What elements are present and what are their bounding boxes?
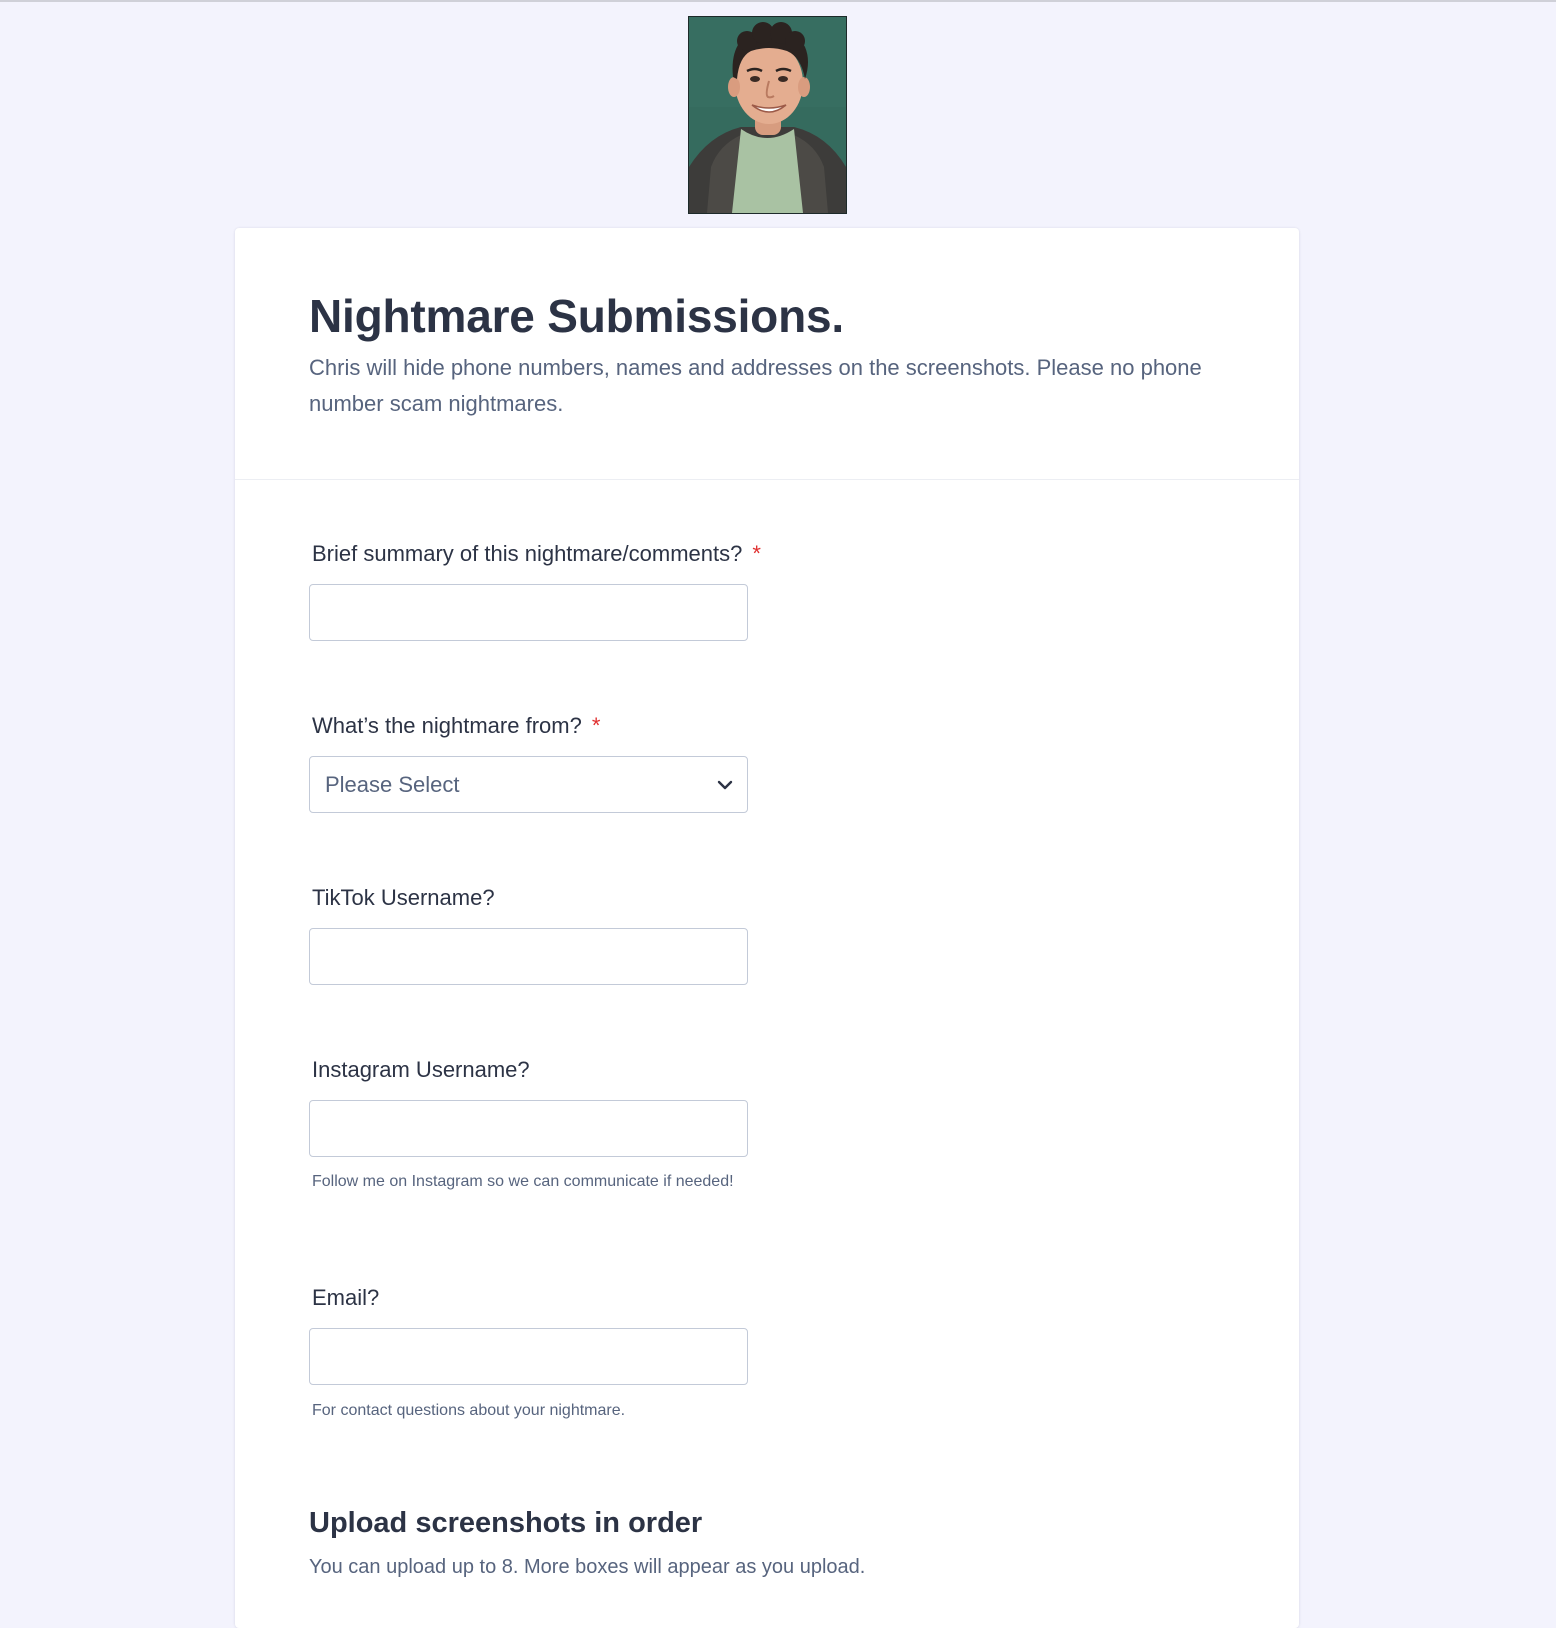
- email-input[interactable]: [309, 1328, 748, 1385]
- form-card: Nightmare Submissions. Chris will hide p…: [235, 228, 1299, 1628]
- instagram-sublabel: Follow me on Instagram so we can communi…: [312, 1173, 734, 1190]
- source-select[interactable]: Please Select: [309, 756, 748, 813]
- required-marker: *: [752, 541, 761, 566]
- header-photo: [688, 16, 847, 214]
- summary-input[interactable]: [309, 584, 748, 641]
- tiktok-username-input[interactable]: [309, 928, 748, 985]
- email-label: Email?: [312, 1285, 380, 1310]
- email-sublabel: For contact questions about your nightma…: [312, 1402, 626, 1419]
- form-header: Nightmare Submissions. Chris will hide p…: [235, 228, 1299, 480]
- chevron-down-icon: [717, 780, 733, 790]
- upload-section-description: You can upload up to 8. More boxes will …: [309, 1556, 866, 1578]
- summary-label-text: Brief summary of this nightmare/comments…: [312, 541, 743, 566]
- form-title: Nightmare Submissions.: [309, 290, 844, 342]
- summary-label: Brief summary of this nightmare/comments…: [312, 540, 761, 568]
- upload-section-title: Upload screenshots in order: [309, 1507, 703, 1539]
- required-marker: *: [591, 713, 601, 738]
- tiktok-label: TikTok Username?: [312, 885, 495, 910]
- instagram-label: Instagram Username?: [312, 1057, 530, 1082]
- source-select-value: Please Select: [325, 772, 460, 797]
- instagram-username-input[interactable]: [309, 1100, 748, 1157]
- source-label: What’s the nightmare from? *: [312, 712, 600, 740]
- form-subtitle: Chris will hide phone numbers, names and…: [309, 355, 1202, 416]
- source-label-text: What’s the nightmare from?: [312, 713, 582, 738]
- top-divider: [0, 0, 1556, 2]
